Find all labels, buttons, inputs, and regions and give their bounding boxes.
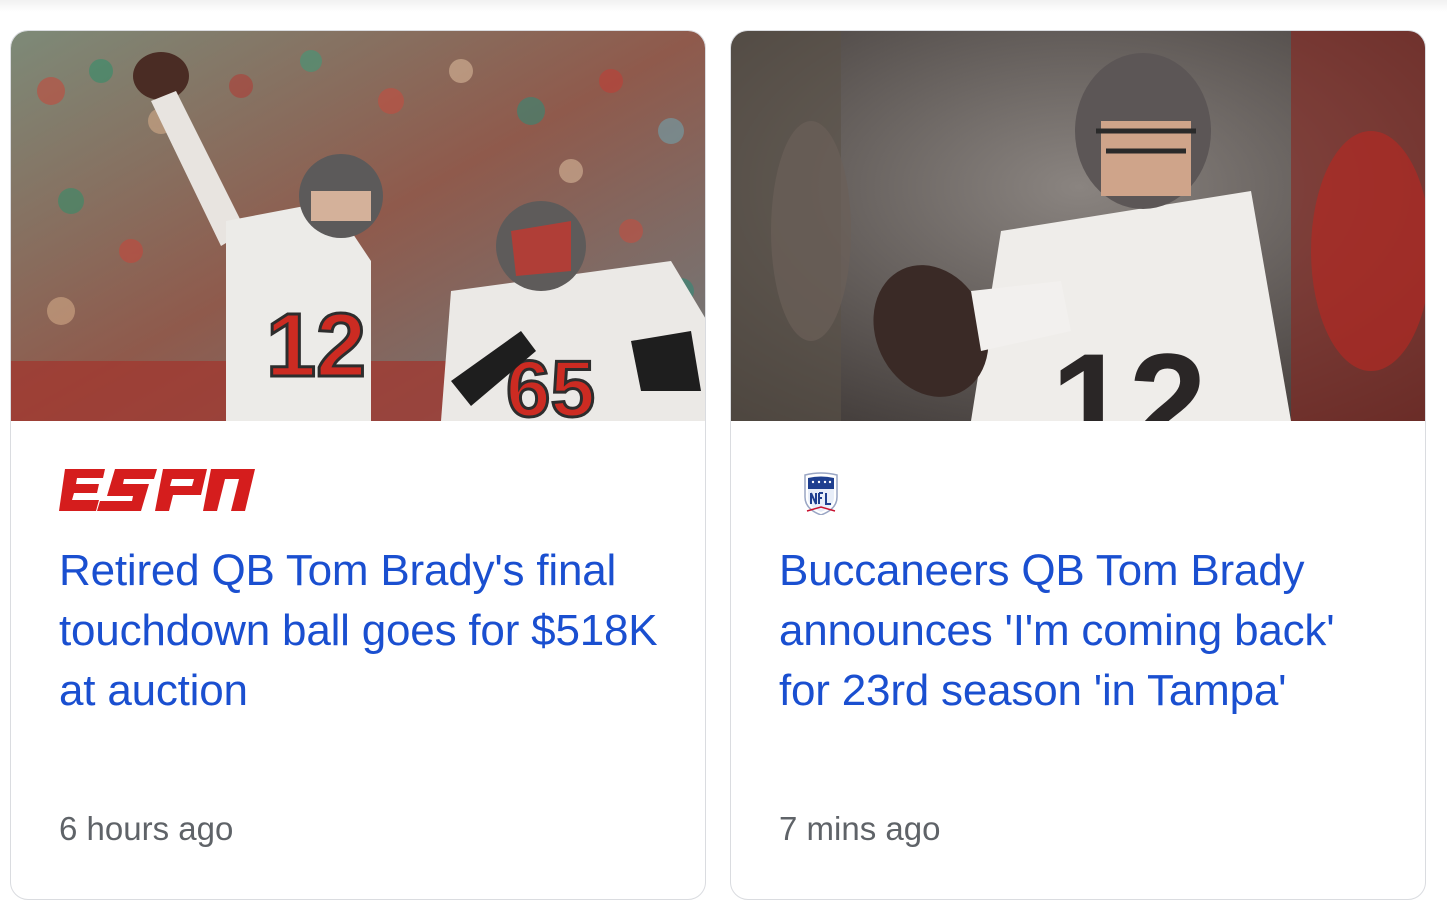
- news-card-nfl[interactable]: 12 Buccaneers QB Tom Brady announces 'I'…: [730, 30, 1426, 900]
- nfl-shield-icon: [803, 471, 839, 520]
- photo-brady-holding-ball: 12: [731, 31, 1425, 421]
- photo-brady-throwing: 12 65: [11, 31, 705, 421]
- news-headline[interactable]: Retired QB Tom Brady's final touchdown b…: [59, 541, 659, 721]
- news-thumbnail-brady-holding-ball[interactable]: 12: [731, 31, 1425, 421]
- news-timestamp: 7 mins ago: [779, 810, 941, 847]
- news-timestamp: 6 hours ago: [59, 810, 234, 847]
- news-headline[interactable]: Buccaneers QB Tom Brady announces 'I'm c…: [779, 541, 1379, 721]
- news-thumbnail-brady-throwing[interactable]: 12 65: [11, 31, 705, 421]
- news-card-espn[interactable]: 12 65 Retired QB Tom Brady's final touch…: [10, 30, 706, 900]
- espn-logo-icon: [59, 469, 255, 526]
- top-shadow: [0, 0, 1447, 12]
- jersey-number-12: 12: [266, 296, 366, 396]
- jersey-number-12: 12: [1051, 324, 1207, 421]
